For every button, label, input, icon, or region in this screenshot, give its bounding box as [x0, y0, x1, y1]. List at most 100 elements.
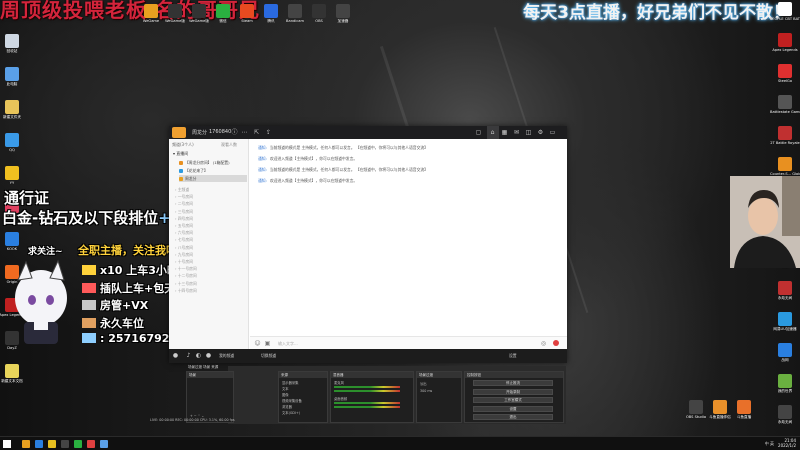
- source-item[interactable]: 视频采集设备: [282, 398, 302, 403]
- desktop-right-shortcut-label: PEOPLE CBT BATTLEGR...: [770, 17, 800, 21]
- image-icon[interactable]: ▣: [264, 340, 271, 347]
- avatar[interactable]: ●: [172, 352, 179, 359]
- desktop-left-shortcut[interactable]: 此电脑: [0, 67, 27, 86]
- sidebar-item-room[interactable]: › 一号房间: [175, 194, 193, 200]
- source-item[interactable]: 文本(GDI+): [282, 410, 300, 415]
- desktop-left-shortcut[interactable]: 回收站: [0, 34, 27, 53]
- sidebar-item-room[interactable]: › 十三号房间: [175, 281, 197, 287]
- sidebar-item-room[interactable]: › 九号房间: [175, 252, 193, 258]
- switch-channel-button[interactable]: 切换频道: [261, 353, 276, 359]
- taskbar-app-icon[interactable]: [22, 440, 30, 448]
- chat-tab-icon[interactable]: ▢: [475, 129, 482, 136]
- sidebar-item-room[interactable]: › 四号房间: [175, 216, 193, 222]
- mic-slider[interactable]: [334, 390, 400, 392]
- webcam-feed: [730, 176, 800, 268]
- desktop-left-shortcut[interactable]: 新建文件夹: [0, 100, 27, 119]
- source-item[interactable]: 显示器采集: [282, 380, 298, 385]
- desktop-left-shortcut[interactable]: YY: [0, 166, 27, 185]
- chat-input[interactable]: 输入文字...: [278, 341, 298, 347]
- obs-control-button[interactable]: 设置: [473, 405, 553, 412]
- promo-item-text: 插队上车+包天: [100, 281, 176, 295]
- transition-select[interactable]: 淡出: [420, 381, 427, 386]
- source-item[interactable]: 浏览器: [282, 404, 292, 409]
- obs-control-button[interactable]: 退出: [473, 414, 553, 420]
- menu-icon[interactable]: ⋯: [241, 129, 248, 136]
- taskbar-app-icon[interactable]: [74, 440, 82, 448]
- source-item[interactable]: 图像: [282, 392, 289, 397]
- grid-icon[interactable]: ▦: [501, 129, 508, 136]
- sidebar-item-channel[interactable]: 周龙分: [179, 175, 247, 182]
- sidebar-item-room[interactable]: › 十号房间: [175, 259, 193, 265]
- my-channel-button[interactable]: 我的频道: [219, 353, 234, 359]
- share-icon[interactable]: ⇪: [265, 129, 272, 136]
- taskbar-app-icon[interactable]: [35, 440, 43, 448]
- obs-status-bar: LIVE: 00:00:00 REC: 00:00:00 CPU: 3.1%, …: [150, 418, 235, 422]
- transition-duration[interactable]: 300 ms: [420, 389, 432, 393]
- sidebar-section[interactable]: ▾ 直播间: [173, 151, 188, 157]
- desktop-right-shortcut[interactable]: Apex Legends: [770, 33, 800, 52]
- obs-control-button[interactable]: 停止推流: [473, 380, 553, 386]
- room-id: 1760840: [209, 129, 232, 135]
- start-button[interactable]: [3, 440, 11, 448]
- sidebar-item-room[interactable]: › 六号房间: [175, 230, 193, 236]
- record-icon[interactable]: ●: [205, 352, 212, 359]
- desktop-right-shortcut[interactable]: 网易UU加速器: [770, 312, 800, 331]
- sidebar-item-channel[interactable]: 【周龙分房间】 (1箱配置): [179, 159, 247, 166]
- scenes-header: 场景: [187, 372, 233, 378]
- sidebar-item-room[interactable]: › 主频道: [175, 187, 189, 193]
- send-button[interactable]: [553, 340, 559, 346]
- source-item[interactable]: 文本: [282, 386, 289, 391]
- speaker-icon[interactable]: ◐: [195, 352, 202, 359]
- desktop-left-shortcut-label: 此电脑: [6, 82, 18, 86]
- desktop-right-shortcut[interactable]: 永劫无间: [770, 405, 800, 424]
- mention-icon[interactable]: ◎: [540, 340, 547, 347]
- mic-icon[interactable]: ♪: [185, 352, 192, 359]
- home-icon[interactable]: ⌂: [489, 129, 496, 136]
- desktop-right-shortcut[interactable]: 永劫无间: [770, 281, 800, 300]
- info-icon[interactable]: ⓘ: [231, 129, 238, 136]
- sidebar-item-room[interactable]: › 八号房间: [175, 245, 193, 251]
- desktop-right-shortcut-label: 2T Battle Royale: [770, 141, 800, 145]
- desktop-right-shortcut[interactable]: Counter-S... Global Off...: [770, 157, 800, 176]
- mail-icon[interactable]: ✉: [513, 129, 520, 136]
- desktop-right-shortcut[interactable]: PEOPLE CBT BATTLEGR...: [770, 2, 800, 21]
- window-icon[interactable]: ▭: [549, 129, 556, 136]
- sidebar-item-label: 【周龙分房间】 (1箱配置): [185, 160, 230, 165]
- sidebar-item-channel[interactable]: 【花花来了】: [179, 167, 247, 174]
- desktop-slider[interactable]: [334, 406, 400, 408]
- obs-control-button[interactable]: 工作室模式: [473, 397, 553, 403]
- sidebar-item-room[interactable]: › 十一号房间: [175, 266, 197, 272]
- pin-icon[interactable]: ⇱: [253, 129, 260, 136]
- desktop-left-shortcut[interactable]: 新建文本文档: [0, 364, 27, 383]
- sidebar-item-room[interactable]: › 三号房间: [175, 209, 193, 215]
- desktop-right-shortcut[interactable]: 我的世界: [770, 374, 800, 393]
- sidebar-item-room[interactable]: › 七号房间: [175, 237, 193, 243]
- desktop-right-app-icon: [778, 281, 792, 295]
- chat-message: 通知: 当前频道的模式是 主持模式，任何人都可以发言。 【在频道中，你将可以与其他…: [258, 167, 428, 173]
- desktop-right-shortcut[interactable]: Battlestate Games L...: [770, 95, 800, 114]
- desktop-right-shortcut[interactable]: 2T Battle Royale: [770, 126, 800, 145]
- taskbar-app-icon[interactable]: [100, 440, 108, 448]
- sidebar-item-room[interactable]: › 五号房间: [175, 223, 193, 229]
- desktop-top-shortcut[interactable]: 加速器: [328, 4, 358, 23]
- emoji-icon[interactable]: ☺: [254, 340, 261, 347]
- settings-button[interactable]: 设置: [509, 353, 517, 359]
- desktop-left-shortcut[interactable]: KOOK: [0, 232, 27, 251]
- gamepad-icon[interactable]: ◫: [525, 129, 532, 136]
- tray-app-shortcut[interactable]: 斗鱼直播: [729, 400, 759, 419]
- taskbar-app-icon[interactable]: [48, 440, 56, 448]
- promo-item: 永久车位: [82, 315, 144, 331]
- sidebar-item-room[interactable]: › 十二号房间: [175, 273, 197, 279]
- taskbar-app-icon[interactable]: [87, 440, 95, 448]
- system-clock[interactable]: 21:04 2022/1/2: [778, 438, 796, 448]
- taskbar-app-icon[interactable]: [61, 440, 69, 448]
- sidebar-item-room[interactable]: › 二号房间: [175, 201, 193, 207]
- settings-icon[interactable]: ⚙: [537, 129, 544, 136]
- desktop-right-shortcut[interactable]: SteelGo: [770, 64, 800, 83]
- transitions-header: 场景过渡: [417, 372, 461, 378]
- desktop-right-shortcut[interactable]: 战网: [770, 343, 800, 362]
- desktop-left-shortcut[interactable]: QQ: [0, 133, 27, 152]
- language-indicator[interactable]: 中 英: [765, 441, 774, 447]
- sidebar-item-room[interactable]: › 十四号房间: [175, 288, 197, 294]
- obs-control-button[interactable]: 开始录制: [473, 388, 553, 395]
